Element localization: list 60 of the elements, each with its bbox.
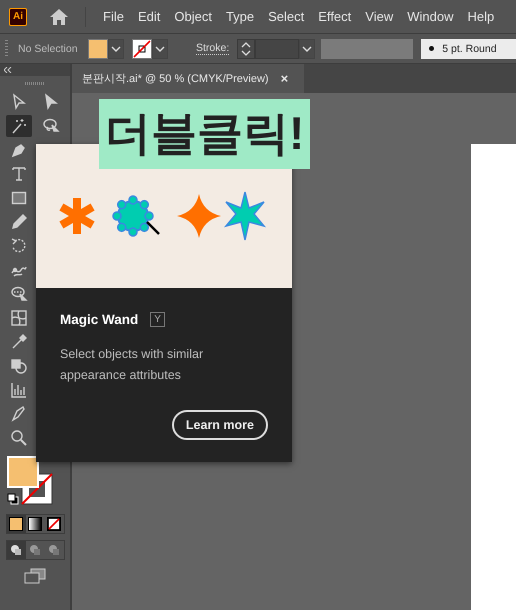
mesh-icon (10, 309, 28, 327)
collapse-icon[interactable] (4, 67, 12, 73)
no-fill-swatch-icon (47, 517, 61, 531)
type-icon (10, 165, 28, 183)
rotate-icon (10, 237, 28, 255)
color-mode-button[interactable] (44, 515, 64, 533)
fill-color-swatch[interactable] (7, 456, 39, 488)
tool-button[interactable] (6, 115, 32, 137)
close-button[interactable]: × (280, 71, 288, 86)
tooltip-description: Select objects with similar appearance attributes (60, 346, 204, 384)
shortcut-key: Y (150, 312, 165, 327)
selection-arrow-icon (10, 93, 28, 111)
tooltip-title: Magic Wand (60, 312, 138, 327)
gradient-swatch-icon (28, 517, 42, 531)
menu-item[interactable]: Type (218, 9, 262, 24)
menu-item[interactable]: Object (167, 9, 219, 24)
chevron-down-icon (111, 46, 121, 52)
direct-selection-arrow-icon (42, 93, 60, 111)
menu-item[interactable]: Edit (130, 9, 168, 24)
draw-mode-icon (10, 544, 22, 556)
draw-mode-icon (48, 544, 60, 556)
stroke-dropdown[interactable] (152, 38, 168, 58)
stroke-swatch[interactable] (132, 38, 152, 58)
stroke-stepper[interactable] (237, 38, 256, 58)
draw-mode-button[interactable] (6, 541, 26, 559)
color-mode-button[interactable] (26, 515, 44, 533)
color-mode-button[interactable] (6, 515, 26, 533)
fill-dropdown[interactable] (108, 38, 124, 58)
app-logo[interactable]: Ai (9, 8, 27, 26)
draw-mode-icon (29, 544, 41, 556)
menu-item[interactable]: View (358, 9, 400, 24)
chevron-down-icon (155, 46, 165, 52)
menu-item[interactable]: Effect (311, 9, 358, 24)
chevron-down-icon (302, 46, 312, 52)
stroke-label[interactable]: Stroke: (196, 42, 230, 55)
banner-text: 더블클릭! (99, 99, 310, 169)
learn-more-button[interactable]: Learn more (172, 410, 268, 440)
menu-item[interactable]: Select (261, 9, 312, 24)
eyedropper-icon (10, 333, 28, 351)
menu-item[interactable]: File (96, 9, 131, 24)
brush-dropdown[interactable]: 5 pt. Round (421, 38, 516, 58)
lasso-select-icon (10, 285, 28, 303)
screen-mode-icon[interactable] (24, 568, 46, 584)
stepper-arrows-icon (241, 42, 252, 56)
pencil-icon (10, 213, 28, 231)
menu-item[interactable]: Window (400, 9, 460, 24)
rectangle-icon (10, 189, 28, 207)
document-tab[interactable]: 분판시작.ai* @ 50 % (CMYK/Preview) × (72, 64, 304, 93)
stroke-weight-field[interactable] (255, 38, 300, 58)
fill-swatch[interactable] (88, 38, 108, 58)
shape-builder-icon (10, 357, 28, 375)
home-icon[interactable] (49, 8, 69, 26)
bar-graph-icon (10, 381, 28, 399)
selection-status: No Selection (18, 42, 79, 54)
magic-wand-icon (10, 117, 28, 135)
default-colors-icon[interactable] (7, 493, 19, 505)
color-swatch-icon (9, 517, 23, 531)
menu-item[interactable]: Help (460, 9, 502, 24)
stroke-weight-dropdown[interactable] (299, 38, 316, 58)
zoom-icon (10, 429, 28, 447)
